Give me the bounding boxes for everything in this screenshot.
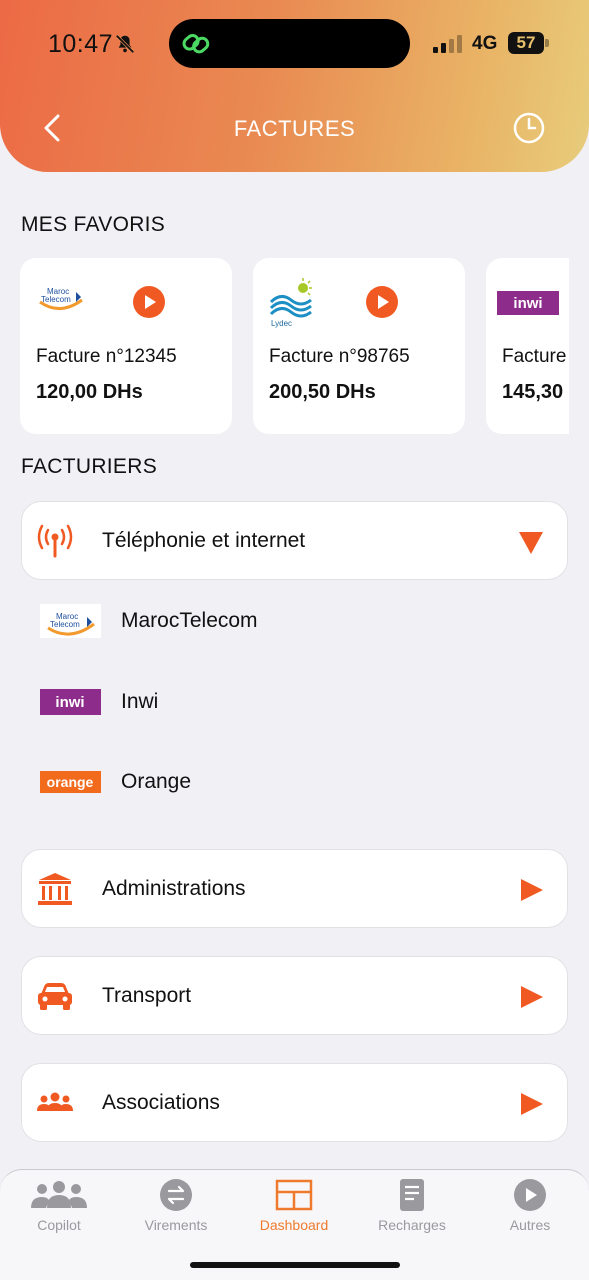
invoice-number: Facture n°	[502, 346, 569, 367]
nav-recharges[interactable]: Recharges	[353, 1170, 471, 1260]
favorite-card[interactable]: Maroc Telecom Facture n°12345 120,00 DHs	[20, 258, 232, 434]
people-icon	[37, 1092, 73, 1111]
invoice-amount: 200,50 DHs	[269, 381, 376, 403]
play-icon[interactable]	[133, 286, 165, 318]
battery-icon: 57	[508, 32, 544, 54]
lydec-logo: Lydec	[269, 278, 312, 328]
network-type: 4G	[472, 33, 498, 54]
favorite-card[interactable]: inwi Facture n° 145,30	[486, 258, 569, 434]
biller-maroc-telecom[interactable]: Maroc Telecom MarocTelecom	[40, 601, 540, 641]
history-button[interactable]	[512, 111, 546, 145]
biller-inwi[interactable]: inwi Inwi	[40, 682, 540, 722]
svg-text:inwi: inwi	[513, 295, 542, 312]
biller-label: Orange	[121, 770, 192, 793]
biller-orange[interactable]: orange Orange	[40, 762, 540, 802]
app-header: 10:47 4G 57 FACTURES	[0, 0, 589, 172]
status-time: 10:47	[48, 30, 114, 58]
invoice-amount: 120,00 DHs	[36, 381, 143, 403]
favorites-title: MES FAVORIS	[21, 213, 166, 236]
triangle-down-icon[interactable]	[517, 528, 545, 556]
play-icon	[514, 1179, 546, 1211]
nav-label: Virements	[144, 1217, 208, 1233]
nav-dashboard[interactable]: Dashboard	[235, 1170, 353, 1260]
triangle-right-icon[interactable]	[517, 983, 545, 1011]
svg-text:Telecom: Telecom	[50, 620, 80, 629]
nav-label: Copilot	[37, 1217, 81, 1233]
biller-label: Inwi	[121, 690, 159, 713]
nav-label: Autres	[509, 1217, 551, 1233]
play-icon[interactable]	[366, 286, 398, 318]
grid-icon	[275, 1179, 313, 1211]
svg-text:inwi: inwi	[55, 694, 84, 711]
battery-tip	[545, 39, 549, 47]
triangle-right-icon[interactable]	[517, 876, 545, 904]
link-icon	[182, 34, 210, 54]
nav-label: Dashboard	[259, 1217, 329, 1233]
maroc-telecom-logo: Maroc Telecom	[40, 604, 101, 638]
favorites-carousel[interactable]: Maroc Telecom Facture n°12345 120,00 DHs…	[20, 258, 569, 434]
nav-label: Recharges	[378, 1217, 446, 1233]
favorite-card[interactable]: Lydec Facture n°98765 200,50 DHs	[253, 258, 465, 434]
orange-logo: orange	[40, 771, 101, 793]
bank-icon	[38, 873, 72, 905]
transfer-icon	[160, 1179, 192, 1211]
billers-title: FACTURIERS	[21, 455, 158, 478]
category-transport[interactable]: Transport	[21, 956, 568, 1035]
inwi-logo: inwi	[497, 291, 559, 315]
invoice-number: Facture n°12345	[36, 346, 177, 367]
svg-text:Telecom: Telecom	[41, 295, 71, 304]
car-icon	[38, 983, 72, 1010]
inwi-logo: inwi	[40, 689, 101, 715]
antenna-icon	[37, 524, 73, 558]
category-label: Transport	[102, 984, 192, 1007]
category-associations[interactable]: Associations	[21, 1063, 568, 1142]
nav-virements[interactable]: Virements	[117, 1170, 235, 1260]
home-indicator	[190, 1262, 400, 1268]
people-icon	[31, 1181, 87, 1208]
svg-text:Lydec: Lydec	[271, 319, 292, 328]
document-icon	[400, 1179, 424, 1211]
triangle-right-icon[interactable]	[517, 1090, 545, 1118]
maroc-telecom-logo: Maroc Telecom	[39, 287, 83, 310]
signal-icon	[433, 35, 462, 53]
category-label: Administrations	[102, 877, 246, 900]
category-telephony[interactable]: Téléphonie et internet	[21, 501, 568, 580]
nav-autres[interactable]: Autres	[471, 1170, 589, 1260]
nav-copilot[interactable]: Copilot	[0, 1170, 118, 1260]
category-administrations[interactable]: Administrations	[21, 849, 568, 928]
invoice-amount: 145,30	[502, 381, 564, 403]
svg-text:orange: orange	[47, 774, 94, 790]
biller-label: MarocTelecom	[121, 609, 258, 632]
category-label: Téléphonie et internet	[102, 529, 306, 552]
category-label: Associations	[102, 1091, 220, 1114]
invoice-number: Facture n°98765	[269, 346, 410, 367]
bell-slash-icon	[115, 34, 135, 54]
page-title: FACTURES	[233, 116, 356, 141]
